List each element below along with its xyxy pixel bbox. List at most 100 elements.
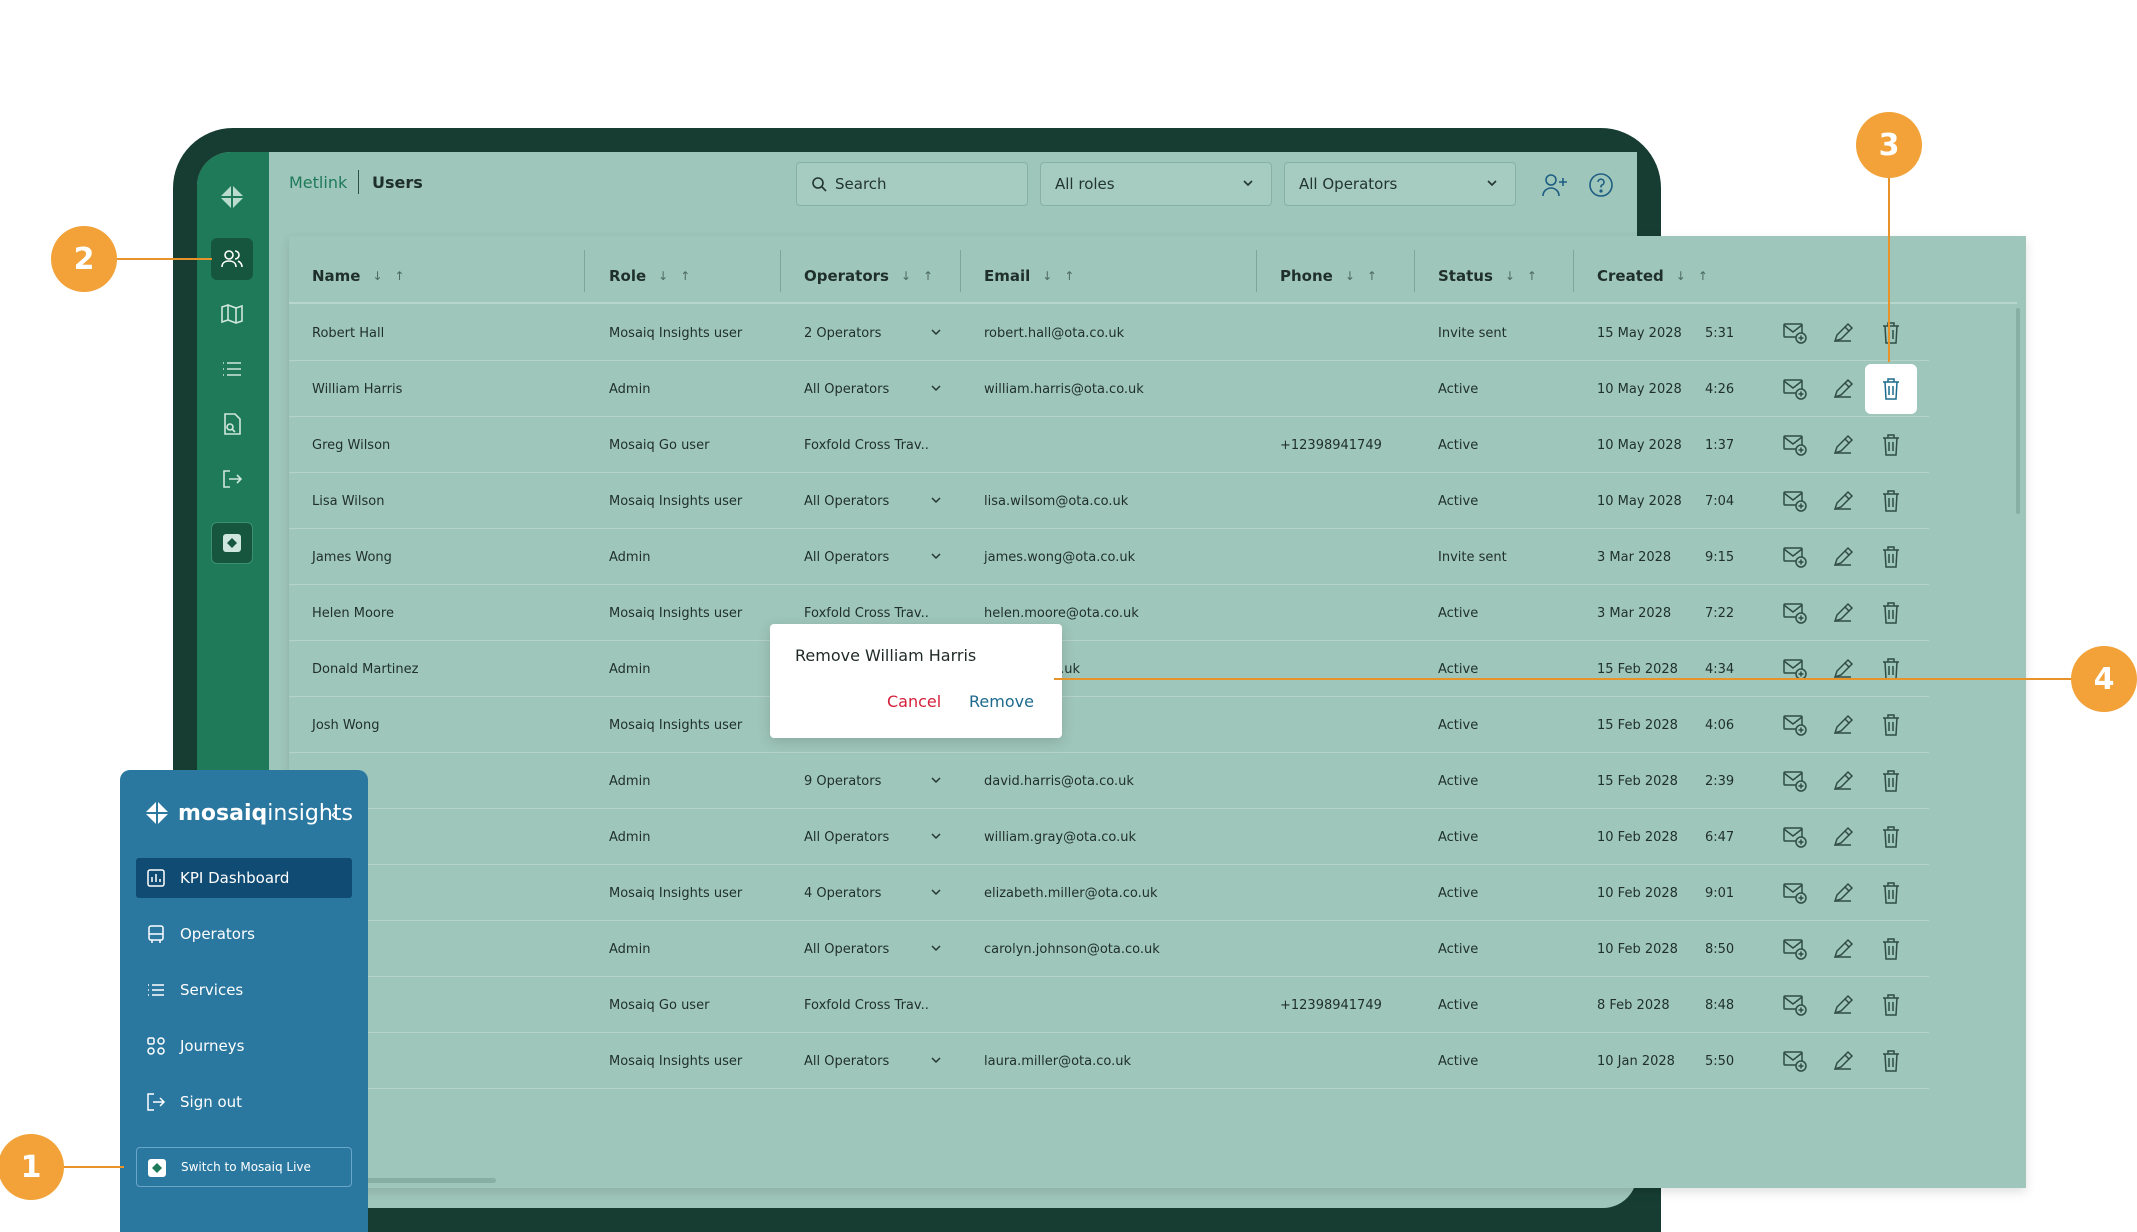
table-row[interactable]: William Harris Admin All Operators william.… [289,361,1929,417]
column-header-created[interactable]: Created ↓↑ [1597,248,1720,304]
table-row[interactable]: erMosaiq Insights userAll Operatorslaura… [289,1033,1929,1089]
search-input[interactable]: Search [796,162,1028,206]
resend-invite-icon[interactable] [1779,317,1811,349]
remove-button[interactable]: Remove [969,692,1034,711]
cell-operators[interactable]: All Operators [804,921,941,977]
cell-operators[interactable]: 9 Operators [804,753,941,809]
delete-icon[interactable] [1875,597,1907,629]
switch-app-nav-icon[interactable] [211,522,253,564]
help-icon[interactable] [1586,170,1616,200]
resend-invite-icon[interactable] [1779,541,1811,573]
edit-icon[interactable] [1827,373,1859,405]
resend-invite-icon[interactable] [1779,821,1811,853]
edit-icon[interactable] [1827,317,1859,349]
edit-icon[interactable] [1827,877,1859,909]
resend-invite-icon[interactable] [1779,709,1811,741]
resend-invite-icon[interactable] [1779,653,1811,685]
edit-icon[interactable] [1827,541,1859,573]
chevron-down-icon[interactable] [930,942,942,958]
column-header-status[interactable]: Status ↓↑ [1438,248,1549,304]
delete-icon[interactable] [1865,364,1917,414]
resend-invite-icon[interactable] [1779,877,1811,909]
resend-invite-icon[interactable] [1779,989,1811,1021]
delete-icon[interactable] [1875,877,1907,909]
column-header-operators[interactable]: Operators ↓↑ [804,248,945,304]
users-nav-icon[interactable] [211,238,253,280]
edit-icon[interactable] [1827,429,1859,461]
resend-invite-icon[interactable] [1779,485,1811,517]
delete-icon[interactable] [1875,709,1907,741]
table-row[interactable]: ohnsonAdminAll Operatorscarolyn.johnson@… [289,921,1929,977]
sidebar-item-kpi-dashboard[interactable]: KPI Dashboard [136,858,352,898]
sidebar-item-sign-out[interactable]: Sign out [136,1082,352,1122]
cell-operators[interactable]: All Operators [804,809,941,865]
delete-icon[interactable] [1875,485,1907,517]
switch-to-mosaiq-live-button[interactable]: Switch to Mosaiq Live [136,1147,352,1187]
edit-icon[interactable] [1827,821,1859,853]
delete-icon[interactable] [1875,317,1907,349]
vertical-scrollbar[interactable] [2016,308,2020,514]
table-row[interactable]: Greg Wilson Mosaiq Go user Foxfold Cross T… [289,417,1929,473]
chevron-down-icon[interactable] [930,1054,942,1070]
cell-operators[interactable]: All Operators [804,361,941,417]
delete-icon[interactable] [1875,429,1907,461]
roles-filter-select[interactable]: All roles [1040,162,1272,206]
chevron-down-icon[interactable] [930,830,942,846]
chevron-down-icon[interactable] [930,774,942,790]
table-row[interactable]: Lisa Wilson Mosaiq Insights user All Opera… [289,473,1929,529]
cell-operators[interactable]: 2 Operators [804,305,941,361]
edit-icon[interactable] [1827,653,1859,685]
table-row[interactable]: Josh WongMosaiq Insights userta.co.ukAct… [289,697,1929,753]
delete-icon[interactable] [1875,765,1907,797]
cell-operators[interactable]: All Operators [804,473,941,529]
delete-icon[interactable] [1875,541,1907,573]
sidebar-item-services[interactable]: Services [136,970,352,1010]
table-row[interactable]: rayAdminAll Operatorswilliam.gray@ota.co… [289,809,1929,865]
sidebar-item-journeys[interactable]: Journeys [136,1026,352,1066]
resend-invite-icon[interactable] [1779,373,1811,405]
edit-icon[interactable] [1827,933,1859,965]
list-nav-icon[interactable] [211,348,253,390]
resend-invite-icon[interactable] [1779,765,1811,797]
table-row[interactable]: Robert Hall Mosaiq Insights user 2 Operato… [289,305,1929,361]
chevron-down-icon[interactable] [930,550,942,566]
delete-icon[interactable] [1875,989,1907,1021]
resend-invite-icon[interactable] [1779,597,1811,629]
add-user-icon[interactable] [1540,170,1570,200]
column-header-role[interactable]: Role ↓↑ [609,248,702,304]
cell-operators[interactable]: All Operators [804,529,941,585]
column-header-phone[interactable]: Phone ↓↑ [1280,248,1389,304]
resend-invite-icon[interactable] [1779,429,1811,461]
operators-filter-select[interactable]: All Operators [1284,162,1516,206]
column-header-name[interactable]: Name ↓↑ [312,248,417,304]
map-nav-icon[interactable] [211,293,253,335]
edit-icon[interactable] [1827,765,1859,797]
edit-icon[interactable] [1827,989,1859,1021]
document-nav-icon[interactable] [211,403,253,445]
horizontal-scrollbar[interactable] [354,1178,496,1183]
chevron-down-icon[interactable] [930,494,942,510]
edit-icon[interactable] [1827,597,1859,629]
chevron-down-icon[interactable] [930,326,942,342]
chevron-down-icon[interactable] [930,382,942,398]
chevron-down-icon[interactable] [930,886,942,902]
table-row[interactable]: mMosaiq Go userFoxfold Cross Trav..+1239… [289,977,1929,1033]
sign-out-nav-icon[interactable] [211,458,253,500]
sidebar-item-operators[interactable]: Operators [136,914,352,954]
edit-icon[interactable] [1827,485,1859,517]
table-row[interactable]: MillerMosaiq Insights user4 Operatorseli… [289,865,1929,921]
resend-invite-icon[interactable] [1779,1045,1811,1077]
cell-operators[interactable]: All Operators [804,1033,941,1089]
delete-icon[interactable] [1875,653,1907,685]
cancel-button[interactable]: Cancel [887,692,941,711]
column-header-email[interactable]: Email ↓↑ [984,248,1086,304]
collapse-chevron-icon[interactable]: ‹ [330,802,338,826]
breadcrumb-app[interactable]: Metlink [289,173,347,192]
table-row[interactable]: James Wong Admin All Operators james.wong@o… [289,529,1929,585]
delete-icon[interactable] [1875,933,1907,965]
table-row[interactable]: rrisAdmin9 Operatorsdavid.harris@ota.co.… [289,753,1929,809]
edit-icon[interactable] [1827,709,1859,741]
table-row[interactable]: Donald MartinezAdminnez@ota.co.ukActive1… [289,641,1929,697]
delete-icon[interactable] [1875,821,1907,853]
edit-icon[interactable] [1827,1045,1859,1077]
